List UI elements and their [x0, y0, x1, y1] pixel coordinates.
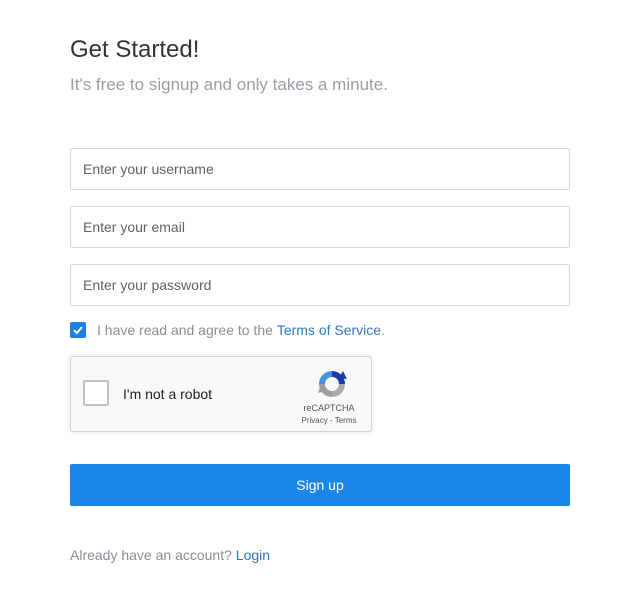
page-title: Get Started!: [70, 36, 200, 63]
terms-of-service-link[interactable]: Terms of Service: [277, 322, 381, 338]
login-prompt: Already have an account? Login: [70, 547, 270, 563]
email-input[interactable]: [70, 206, 570, 248]
recaptcha-logo-icon: [318, 371, 347, 397]
terms-agreement-row: I have read and agree to the Terms of Se…: [70, 321, 385, 339]
recaptcha-links: Privacy - Terms: [297, 416, 361, 425]
login-link[interactable]: Login: [236, 547, 270, 563]
signup-page: Get Started! It's free to signup and onl…: [0, 0, 631, 591]
terms-text: I have read and agree to the: [97, 322, 273, 338]
terms-checkbox[interactable]: [70, 322, 86, 338]
page-subtitle: It's free to signup and only takes a min…: [70, 75, 388, 94]
recaptcha-label: I'm not a robot: [123, 386, 213, 402]
recaptcha-widget: I'm not a robot reCAPTCHA Privacy - Term…: [70, 356, 372, 432]
recaptcha-brand: reCAPTCHA: [303, 403, 355, 413]
recaptcha-separator: -: [327, 416, 335, 425]
login-prompt-text: Already have an account?: [70, 547, 232, 563]
recaptcha-terms-link[interactable]: Terms: [335, 416, 357, 425]
recaptcha-privacy-link[interactable]: Privacy: [302, 416, 328, 425]
recaptcha-checkbox[interactable]: [83, 380, 109, 406]
terms-suffix: .: [381, 322, 385, 338]
username-input[interactable]: [70, 148, 570, 190]
checkmark-icon: [73, 326, 83, 335]
password-input[interactable]: [70, 264, 570, 306]
sign-up-button[interactable]: Sign up: [70, 464, 570, 506]
